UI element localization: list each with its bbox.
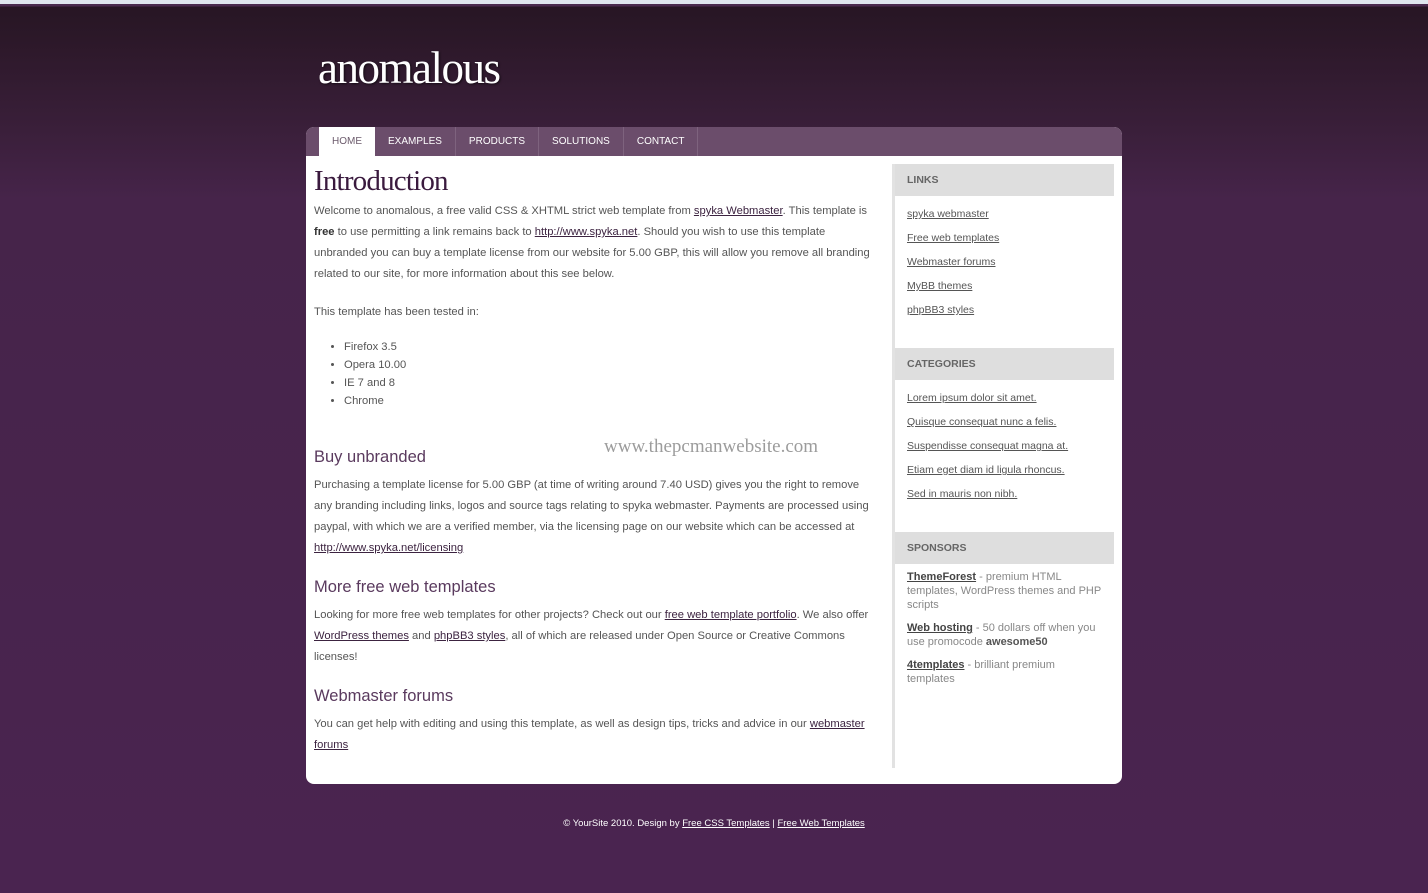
text: . We also offer	[796, 609, 869, 621]
more-templates-heading: More free web templates	[314, 578, 496, 596]
footer: © YourSite 2010. Design by Free CSS Temp…	[0, 818, 1428, 829]
category-link[interactable]: Quisque consequat nunc a felis.	[907, 416, 1056, 428]
more-templates-paragraph: Looking for more free web templates for …	[314, 605, 879, 668]
list-item: Lorem ipsum dolor sit amet.	[907, 386, 1114, 410]
categories-heading: CATEGORIES	[895, 348, 1114, 380]
free-web-templates-link[interactable]: Free Web Templates	[777, 818, 864, 829]
text: . This template is	[782, 205, 867, 217]
tested-in-text: This template has been tested in:	[314, 306, 479, 318]
list-item: Chrome	[344, 392, 879, 410]
sidebar-link[interactable]: MyBB themes	[907, 280, 972, 292]
categories-box: CATEGORIES Lorem ipsum dolor sit amet. Q…	[895, 348, 1114, 520]
list-item: MyBB themes	[907, 274, 1114, 298]
intro-heading: Introduction	[314, 165, 449, 197]
text: Welcome to anomalous, a free valid CSS &…	[314, 205, 694, 217]
intro-paragraph: Welcome to anomalous, a free valid CSS &…	[314, 201, 879, 285]
page-container: HOME EXAMPLES PRODUCTS SOLUTIONS CONTACT…	[306, 127, 1122, 784]
sponsor-item: Web hosting - 50 dollars off when you us…	[907, 621, 1102, 649]
sponsors-box: SPONSORS ThemeForest - premium HTML temp…	[895, 532, 1114, 686]
main-nav: HOME EXAMPLES PRODUCTS SOLUTIONS CONTACT	[306, 127, 1122, 156]
list-item: Sed in mauris non nibh.	[907, 482, 1114, 506]
category-link[interactable]: Etiam eget diam id ligula rhoncus.	[907, 464, 1065, 476]
buy-paragraph: Purchasing a template license for 5.00 G…	[314, 475, 879, 559]
spyka-url-link[interactable]: http://www.spyka.net	[535, 226, 638, 238]
list-item: Etiam eget diam id ligula rhoncus.	[907, 458, 1114, 482]
list-item: Free web templates	[907, 226, 1114, 250]
site-logo[interactable]: anomalous	[318, 42, 501, 94]
sidebar-link[interactable]: spyka webmaster	[907, 208, 989, 220]
forums-heading: Webmaster forums	[314, 687, 454, 705]
sponsor-item: ThemeForest - premium HTML templates, Wo…	[907, 570, 1102, 612]
nav-tab-products[interactable]: PRODUCTS	[456, 127, 540, 156]
links-heading: LINKS	[895, 164, 1114, 196]
text: Looking for more free web templates for …	[314, 609, 665, 621]
promo-code: awesome50	[985, 636, 1048, 648]
sponsor-item: 4templates - brilliant premium templates	[907, 658, 1102, 686]
text: and	[408, 630, 434, 642]
free-css-templates-link[interactable]: Free CSS Templates	[682, 818, 769, 829]
list-item: Suspendisse consequat magna at.	[907, 434, 1114, 458]
category-link[interactable]: Sed in mauris non nibh.	[907, 488, 1017, 500]
browser-list: Firefox 3.5 Opera 10.00 IE 7 and 8 Chrom…	[344, 338, 879, 410]
sponsors-heading: SPONSORS	[895, 532, 1114, 564]
wordpress-themes-link[interactable]: WordPress themes	[314, 630, 409, 642]
text: Purchasing a template license for 5.00 G…	[314, 479, 869, 533]
list-item: Webmaster forums	[907, 250, 1114, 274]
sponsor-link-themeforest[interactable]: ThemeForest	[907, 571, 976, 583]
watermark: www.thepcmanwebsite.com	[604, 436, 819, 457]
list-item: Quisque consequat nunc a felis.	[907, 410, 1114, 434]
sidebar-link[interactable]: Webmaster forums	[907, 256, 996, 268]
sponsor-link-4templates[interactable]: 4templates	[907, 659, 964, 671]
list-item: Firefox 3.5	[344, 338, 879, 356]
text: You can get help with editing and using …	[314, 718, 810, 730]
categories-list: Lorem ipsum dolor sit amet. Quisque cons…	[895, 380, 1114, 520]
nav-tab-solutions[interactable]: SOLUTIONS	[539, 127, 624, 156]
sponsor-link-web-hosting[interactable]: Web hosting	[907, 622, 973, 634]
nav-tab-examples[interactable]: EXAMPLES	[375, 127, 456, 156]
text: to use permitting a link remains back to	[334, 226, 535, 238]
sponsors-list: ThemeForest - premium HTML templates, Wo…	[895, 564, 1114, 686]
phpbb3-styles-link[interactable]: phpBB3 styles	[434, 630, 506, 642]
list-item: spyka webmaster	[907, 202, 1114, 226]
sidebar-link[interactable]: phpBB3 styles	[907, 304, 974, 316]
portfolio-link[interactable]: free web template portfolio	[665, 609, 797, 621]
sidebar-link[interactable]: Free web templates	[907, 232, 999, 244]
list-item: phpBB3 styles	[907, 298, 1114, 322]
spyka-webmaster-link[interactable]: spyka Webmaster	[694, 205, 783, 217]
category-link[interactable]: Lorem ipsum dolor sit amet.	[907, 392, 1037, 404]
sidebar: LINKS spyka webmaster Free web templates…	[892, 164, 1114, 768]
links-list: spyka webmaster Free web templates Webma…	[895, 196, 1114, 336]
main-content: Introduction Welcome to anomalous, a fre…	[314, 164, 879, 773]
bold-text: free	[314, 226, 335, 238]
copyright-text: © YourSite 2010. Design by	[563, 818, 683, 829]
forums-paragraph: You can get help with editing and using …	[314, 714, 879, 756]
nav-tab-contact[interactable]: CONTACT	[624, 127, 699, 156]
category-link[interactable]: Suspendisse consequat magna at.	[907, 440, 1068, 452]
links-box: LINKS spyka webmaster Free web templates…	[895, 164, 1114, 336]
list-item: Opera 10.00	[344, 356, 879, 374]
licensing-link[interactable]: http://www.spyka.net/licensing	[314, 542, 463, 554]
nav-tab-home[interactable]: HOME	[319, 127, 375, 156]
list-item: IE 7 and 8	[344, 374, 879, 392]
